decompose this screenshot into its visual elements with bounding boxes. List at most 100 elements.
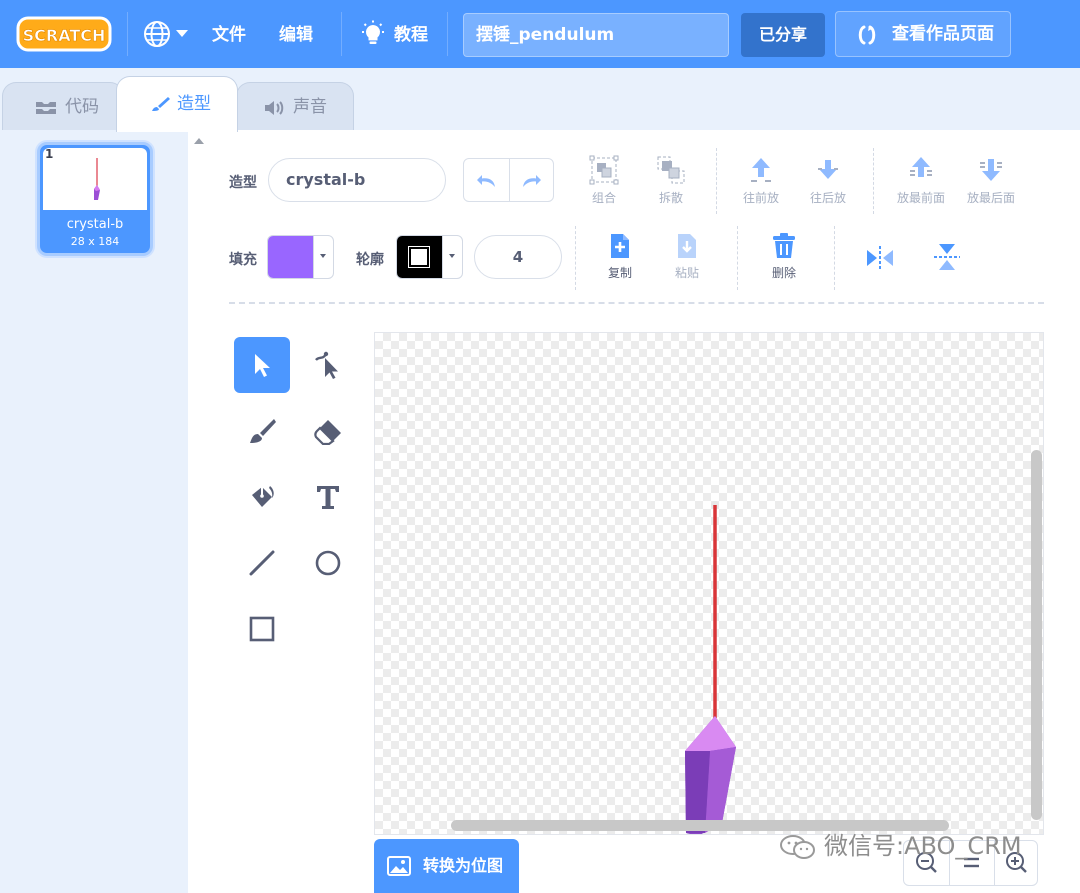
menu-divider bbox=[127, 12, 128, 56]
editor-tabs: 代码 造型 声音 bbox=[0, 68, 1080, 132]
scratch-logo[interactable]: SCRATCH bbox=[16, 14, 112, 54]
outline-color-swatch[interactable] bbox=[397, 236, 442, 278]
backward-arrow-icon bbox=[818, 160, 838, 179]
costume-item[interactable]: 1 crystal-b 28 x 184 bbox=[37, 142, 153, 256]
costume-name-input[interactable]: crystal-b bbox=[268, 158, 446, 202]
rectangle-tool[interactable] bbox=[234, 601, 290, 657]
tab-sounds[interactable]: 声音 bbox=[236, 82, 354, 132]
toolbar-divider bbox=[716, 148, 717, 214]
costume-list: 1 crystal-b 28 x 184 bbox=[0, 130, 212, 893]
back-label: 放最后面 bbox=[966, 191, 1015, 205]
select-tool[interactable] bbox=[234, 337, 290, 393]
tab-code[interactable]: 代码 bbox=[2, 82, 124, 132]
brush-tool[interactable] bbox=[234, 403, 290, 459]
flip-horizontal-icon[interactable] bbox=[865, 244, 895, 272]
tutorials-menu[interactable]: 教程 bbox=[394, 20, 428, 50]
lightbulb-icon[interactable] bbox=[359, 20, 387, 48]
paste-button[interactable]: 粘贴 bbox=[667, 232, 707, 281]
fill-color-swatch[interactable] bbox=[268, 236, 313, 278]
drawing-canvas[interactable] bbox=[374, 332, 1044, 835]
costume-list-scrollbar[interactable] bbox=[188, 130, 212, 893]
speaker-icon bbox=[265, 101, 284, 115]
crystal-thumbnail-image bbox=[94, 158, 100, 200]
canvas-vertical-scrollbar[interactable] bbox=[1031, 450, 1042, 820]
rectangle-icon bbox=[249, 616, 275, 642]
outline-color-picker[interactable] bbox=[396, 235, 463, 279]
crystal-pendulum-drawing bbox=[685, 501, 736, 834]
fill-color-picker[interactable] bbox=[267, 235, 334, 279]
delete-button[interactable]: 删除 bbox=[762, 232, 806, 281]
redo-icon[interactable] bbox=[520, 171, 542, 189]
send-to-back-icon bbox=[980, 159, 1002, 181]
project-title-input[interactable]: 摆锤_pendulum bbox=[463, 13, 729, 57]
flip-vertical-icon[interactable] bbox=[932, 242, 962, 272]
forward-button[interactable]: 往前放 bbox=[738, 155, 784, 206]
toolbar-divider bbox=[575, 226, 576, 290]
convert-to-bitmap-button[interactable]: 转换为位图 bbox=[374, 839, 519, 893]
backward-button[interactable]: 往后放 bbox=[805, 155, 851, 206]
forward-arrow-icon bbox=[751, 158, 771, 182]
see-project-icon bbox=[858, 25, 876, 45]
eraser-tool[interactable] bbox=[300, 403, 356, 459]
copy-button[interactable]: 复制 bbox=[600, 232, 640, 281]
edit-menu[interactable]: 编辑 bbox=[279, 20, 313, 50]
ungroup-label: 拆散 bbox=[658, 191, 683, 205]
backward-label: 往后放 bbox=[809, 191, 846, 205]
costume-thumbnail bbox=[43, 148, 147, 210]
share-button[interactable]: 已分享 bbox=[741, 13, 825, 57]
fill-dropdown-icon[interactable] bbox=[313, 236, 333, 278]
convert-to-bitmap-label: 转换为位图 bbox=[423, 856, 504, 875]
scroll-up-arrow-icon[interactable] bbox=[194, 138, 204, 144]
circle-tool[interactable] bbox=[300, 535, 356, 591]
tab-costumes-label: 造型 bbox=[177, 94, 211, 114]
text-t-icon bbox=[317, 486, 339, 509]
paste-icon bbox=[678, 234, 696, 258]
brush-icon bbox=[152, 97, 170, 111]
ungroup-button[interactable]: 拆散 bbox=[649, 155, 693, 206]
group-button[interactable]: 组合 bbox=[582, 155, 626, 206]
fill-label: 填充 bbox=[229, 252, 257, 268]
see-project-page-button[interactable]: 查看作品页面 bbox=[835, 11, 1011, 57]
front-button[interactable]: 放最前面 bbox=[890, 155, 952, 206]
forward-label: 往前放 bbox=[742, 191, 779, 205]
tab-costumes[interactable]: 造型 bbox=[116, 76, 238, 132]
paintbrush-icon bbox=[250, 419, 276, 443]
outline-dropdown-icon[interactable] bbox=[442, 236, 462, 278]
undo-redo-group bbox=[463, 158, 554, 202]
delete-label: 删除 bbox=[771, 266, 796, 280]
arrow-select-icon bbox=[255, 354, 270, 377]
bring-to-front-icon bbox=[910, 157, 932, 177]
ungroup-icon bbox=[657, 156, 685, 184]
text-tool[interactable] bbox=[300, 469, 356, 525]
file-menu[interactable]: 文件 bbox=[212, 20, 246, 50]
undo-icon[interactable] bbox=[476, 171, 498, 189]
watermark-text: 微信号:ABO_CRM bbox=[824, 832, 1022, 860]
logo-text: SCRATCH bbox=[23, 26, 106, 45]
undo-redo-divider bbox=[509, 159, 510, 201]
paste-label: 粘贴 bbox=[674, 266, 699, 280]
menu-divider bbox=[447, 12, 448, 56]
language-caret-icon[interactable] bbox=[176, 30, 188, 37]
language-globe-icon[interactable] bbox=[143, 20, 171, 48]
paint-bucket-icon bbox=[252, 486, 274, 507]
tab-code-label: 代码 bbox=[65, 97, 99, 117]
costume-label: 造型 bbox=[229, 175, 257, 191]
stroke-width-input[interactable]: 4 bbox=[474, 235, 562, 279]
costume-number: 1 bbox=[45, 147, 54, 161]
reshape-tool[interactable] bbox=[300, 337, 356, 393]
line-icon bbox=[249, 550, 275, 576]
watermark: 微信号:ABO_CRM bbox=[778, 826, 1022, 866]
trash-icon bbox=[773, 233, 795, 258]
toolbar-divider bbox=[737, 226, 738, 290]
fill-tool[interactable] bbox=[234, 469, 290, 525]
bitmap-image-icon bbox=[387, 856, 411, 876]
line-tool[interactable] bbox=[234, 535, 290, 591]
wechat-icon bbox=[780, 835, 815, 859]
circle-icon bbox=[315, 550, 341, 576]
toolbar-dashed-divider bbox=[229, 302, 1044, 304]
toolbar-divider bbox=[834, 226, 835, 290]
reshape-icon bbox=[315, 351, 338, 379]
back-button[interactable]: 放最后面 bbox=[960, 155, 1022, 206]
outline-inner-square bbox=[409, 247, 429, 267]
group-icon bbox=[589, 155, 619, 185]
